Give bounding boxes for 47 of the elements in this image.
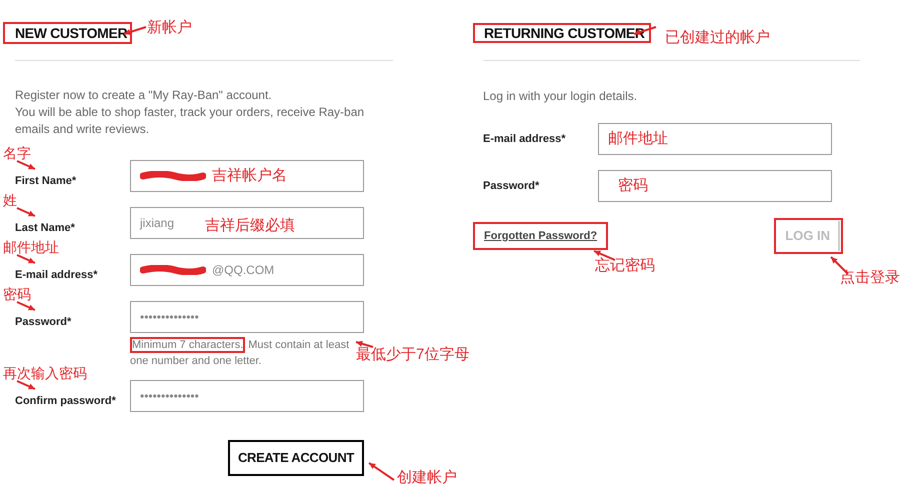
annotation-arrow (354, 339, 374, 349)
input-field[interactable]: 邮件地址 (598, 123, 832, 155)
annotation-arrow (15, 254, 37, 264)
input-field[interactable]: •••••••••••••• (130, 301, 364, 333)
field-label: Password* (483, 178, 540, 194)
annotation-note: 名字 (3, 146, 31, 160)
annotation-note: 吉祥后缀必填 (205, 216, 296, 236)
input-field[interactable]: 密码 (598, 170, 832, 202)
section-heading: NEW CUSTOMER (3, 22, 132, 44)
section-heading: RETURNING CUSTOMER (473, 23, 651, 43)
annotation-note: 密码 (618, 176, 648, 196)
field-label: E-mail address* (15, 269, 98, 281)
input-field[interactable]: •••••••••••••• (130, 380, 364, 412)
annotation-note: 再次输入密码 (3, 366, 87, 380)
redaction-scribble (140, 265, 206, 275)
annotation-note: 吉祥帐户名 (212, 166, 287, 186)
field-value: •••••••••••••• (140, 388, 199, 405)
annotation-arrow (15, 301, 37, 311)
annotation-note: 已创建过的帐户 (665, 30, 770, 45)
field-value: @QQ.COM (212, 262, 274, 279)
field-label: Password* (15, 316, 72, 328)
input-field[interactable]: jixiang 吉祥后缀必填 (130, 207, 364, 239)
annotation-note: 邮件地址 (3, 240, 59, 254)
input-field[interactable]: 吉祥帐户名 (130, 160, 364, 192)
intro-text: Register now to create a "My Ray-Ban" account. You will be able to shop faster, track your orders, receive Ray-ban emails and write reviews. (15, 87, 366, 138)
annotation-note: 最低少于7位字母 (356, 347, 470, 362)
redaction-scribble (140, 171, 206, 181)
annotation-note: 邮件地址 (608, 128, 668, 149)
field-label: Last Name* (15, 222, 75, 234)
field-label: Confirm password* (15, 395, 116, 407)
annotation-arrow (15, 207, 37, 217)
forgotten-password-link[interactable]: Forgotten Password? (473, 222, 608, 250)
annotation-note: 密码 (3, 287, 31, 301)
input-field[interactable]: @QQ.COM (130, 254, 364, 286)
field-value: jixiang (140, 215, 174, 232)
field-value: •••••••••••••• (140, 309, 199, 326)
field-label: First Name* (15, 175, 76, 187)
intro-text: Log in with your login details. (483, 88, 638, 105)
annotation-note: 创建帐户 (397, 470, 457, 485)
annotation-note: 新帐户 (147, 20, 192, 35)
annotation-arrow (15, 160, 37, 170)
annotation-arrow (366, 460, 396, 482)
field-label: E-mail address* (483, 132, 567, 147)
create-account-button[interactable]: CREATE ACCOUNT (228, 440, 364, 476)
annotation-note: 姓 (3, 193, 17, 207)
annotation-arrow (15, 380, 37, 390)
hint-text: Minimum 7 characters. Must contain at least one number and one letter. (130, 337, 350, 369)
